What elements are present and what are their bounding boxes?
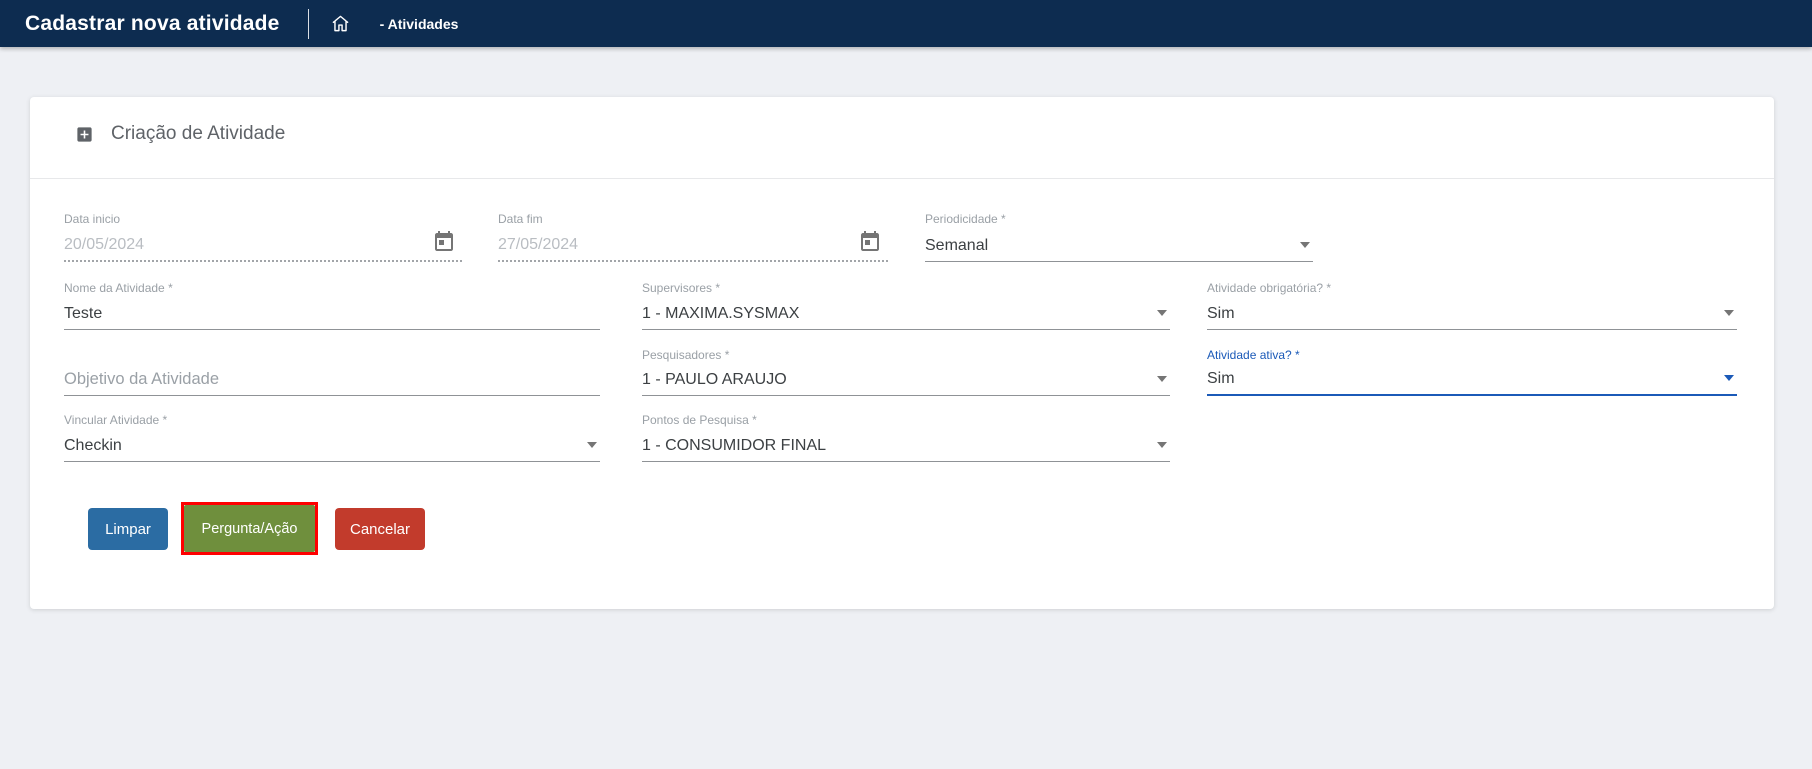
page-title: Cadastrar nova atividade — [25, 11, 280, 35]
limpar-button[interactable]: Limpar — [88, 508, 168, 550]
select-vincular-atividade[interactable]: Vincular Atividade * Checkin — [64, 413, 600, 462]
card-title: Criação de Atividade — [111, 123, 286, 144]
pergunta-acao-button[interactable]: Pergunta/Ação — [184, 505, 315, 552]
field-label: Data inicio — [64, 212, 121, 226]
chevron-down-icon — [1157, 376, 1167, 382]
card-header: Criação de Atividade — [75, 123, 285, 145]
select-pesquisadores[interactable]: Pesquisadores * 1 - PAULO ARAUJO — [642, 348, 1170, 396]
field-value: Sim — [1207, 305, 1235, 322]
field-label: Supervisores * — [642, 281, 721, 295]
field-label: Pesquisadores * — [642, 348, 730, 362]
field-label: Atividade ativa? * — [1207, 348, 1300, 362]
activity-creation-card: Criação de Atividade Data inicio 20/05/2… — [30, 97, 1774, 609]
input-nome-da-atividade[interactable]: Nome da Atividade * Teste — [64, 281, 600, 330]
field-value: Teste — [64, 305, 103, 322]
chevron-down-icon — [587, 442, 597, 448]
field-data-fim[interactable]: Data fim 27/05/2024 — [498, 212, 888, 262]
input-objetivo-da-atividade[interactable]: Objetivo da Atividade — [64, 348, 600, 396]
chevron-down-icon — [1724, 375, 1734, 381]
field-value: 1 - PAULO ARAUJO — [642, 371, 787, 388]
navbar-divider — [307, 8, 309, 39]
select-supervisores[interactable]: Supervisores * 1 - MAXIMA.SYSMAX — [642, 281, 1170, 330]
calendar-icon[interactable] — [432, 229, 456, 253]
field-label: Periodicidade * — [925, 212, 1006, 226]
top-navbar: Cadastrar nova atividade - Atividades — [0, 0, 1812, 47]
field-placeholder: Objetivo da Atividade — [64, 370, 220, 388]
chevron-down-icon — [1157, 310, 1167, 316]
select-atividade-ativa[interactable]: Atividade ativa? * Sim — [1207, 348, 1737, 396]
field-data-inicio[interactable]: Data inicio 20/05/2024 — [64, 212, 462, 262]
field-label: Data fim — [498, 212, 543, 226]
field-value: 20/05/2024 — [64, 236, 145, 253]
calendar-icon[interactable] — [858, 229, 882, 253]
field-value: Sim — [1207, 370, 1235, 387]
field-value: 27/05/2024 — [498, 236, 579, 253]
select-periodicidade[interactable]: Periodicidade * Semanal — [925, 212, 1313, 262]
field-label: Pontos de Pesquisa * — [642, 413, 757, 427]
field-label: Nome da Atividade * — [64, 281, 173, 295]
field-value: Semanal — [925, 237, 989, 254]
select-atividade-obrigatoria[interactable]: Atividade obrigatória? * Sim — [1207, 281, 1737, 330]
chevron-down-icon — [1724, 310, 1734, 316]
home-icon[interactable] — [331, 14, 350, 33]
red-highlight-box: Pergunta/Ação — [181, 502, 318, 555]
select-pontos-de-pesquisa[interactable]: Pontos de Pesquisa * 1 - CONSUMIDOR FINA… — [642, 413, 1170, 462]
chevron-down-icon — [1300, 242, 1310, 248]
breadcrumb[interactable]: - Atividades — [380, 16, 459, 32]
field-label: Atividade obrigatória? * — [1207, 281, 1332, 295]
header-divider — [30, 178, 1774, 179]
chevron-down-icon — [1157, 442, 1167, 448]
cancelar-button[interactable]: Cancelar — [335, 508, 425, 550]
field-value: 1 - MAXIMA.SYSMAX — [642, 305, 800, 322]
field-value: 1 - CONSUMIDOR FINAL — [642, 437, 827, 454]
add-box-icon — [77, 126, 92, 142]
field-label: Vincular Atividade * — [64, 413, 168, 427]
field-value: Checkin — [64, 437, 122, 454]
